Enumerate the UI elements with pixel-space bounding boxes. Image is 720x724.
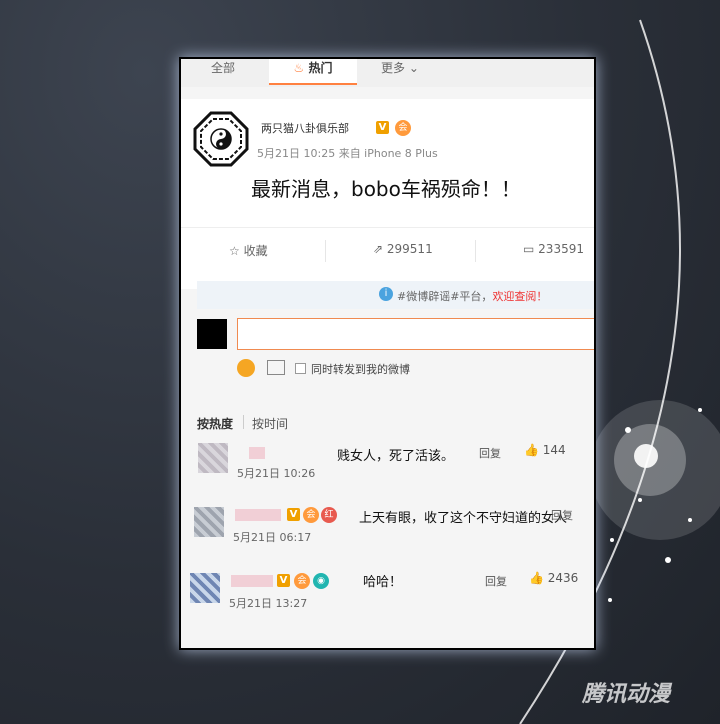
avatar[interactable] (193, 111, 249, 167)
chevron-down-icon: ⌄ (408, 61, 419, 75)
verified-badge: V (277, 574, 290, 587)
sort-by-time[interactable]: 按时间 (252, 415, 288, 432)
post-card: 两只猫八卦俱乐部 V 会 5月21日 10:25 来自 iPhone 8 Plu… (181, 99, 594, 289)
thumbs-up-icon: 👍 (529, 571, 544, 585)
avatar[interactable] (194, 507, 224, 537)
like-button[interactable]: 👍 144 (524, 443, 566, 457)
notice-prefix: #微博辟谣#平台， (397, 290, 493, 303)
post-actions: ☆ 收藏 ⇗ 299511 ▭ 233591 (181, 227, 594, 279)
thumbs-up-icon: 👍 (524, 443, 539, 457)
sort-by-hot[interactable]: 按热度 (197, 415, 233, 432)
comment-input[interactable] (237, 318, 594, 350)
like-count: 2436 (547, 571, 579, 585)
comment-button[interactable]: ▭ 233591 (523, 242, 584, 256)
tab-hot-label: 热门 (308, 61, 333, 75)
comment-icon: ▭ (523, 242, 535, 256)
tab-more-label: 更多 (381, 61, 406, 75)
blurred-username[interactable] (235, 509, 281, 521)
info-icon: i (379, 287, 393, 301)
like-button[interactable]: 👍 2436 (529, 571, 578, 585)
repost-button[interactable]: ⇗ 299511 (373, 242, 433, 256)
avatar[interactable] (198, 443, 228, 473)
favorite-label: 收藏 (243, 244, 268, 258)
member-badge: 会 (294, 573, 310, 589)
camera-icon: ◉ (313, 573, 329, 589)
comment-text: 哈哈！ (363, 575, 403, 590)
divider (243, 415, 244, 429)
my-avatar (197, 319, 227, 349)
star-icon: ☆ (229, 244, 240, 258)
repost-icon: ⇗ (373, 242, 384, 256)
tab-bar: 全部 ♨ 热门 更多 ⌄ (181, 59, 594, 87)
post-meta: 5月21日 10:25 来自 iPhone 8 Plus (257, 147, 438, 160)
verified-badge: V (287, 508, 300, 521)
red-badge: 红 (321, 507, 337, 523)
comment-count: 233591 (538, 242, 584, 256)
fire-icon: ♨ (293, 61, 305, 75)
notice-link[interactable]: 欢迎查阅！ (492, 290, 547, 303)
repost-checkbox-label: 同时转发到我的微博 (311, 363, 410, 376)
comment-text: 上天有眼，收了这个不守妇道的女人 (359, 511, 568, 526)
comment-time: 5月21日 10:26 (237, 467, 316, 480)
emoji-icon[interactable] (237, 359, 255, 377)
favorite-button[interactable]: ☆ 收藏 (229, 242, 268, 259)
tab-all[interactable]: 全部 (211, 59, 235, 76)
tab-hot[interactable]: ♨ 热门 (269, 59, 357, 85)
rumor-notice[interactable]: i #微博辟谣#平台，欢迎查阅！ (197, 281, 594, 309)
post-content: 最新消息，bobo车祸殒命！！ (251, 177, 521, 201)
divider (325, 240, 326, 262)
repost-count: 299511 (386, 242, 433, 256)
blurred-username[interactable] (231, 575, 273, 587)
member-badge: 会 (395, 120, 411, 136)
like-count: 144 (542, 443, 566, 457)
reply-button[interactable]: 回复 (479, 445, 501, 461)
blurred-username[interactable] (249, 447, 265, 459)
watermark: 腾讯动漫 (582, 682, 671, 707)
comment-time: 5月21日 06:17 (233, 531, 312, 544)
username[interactable]: 两只猫八卦俱乐部 (261, 120, 349, 136)
divider (475, 240, 476, 262)
verified-badge: V (376, 121, 389, 134)
notice-text: #微博辟谣#平台，欢迎查阅！ (397, 288, 547, 304)
image-icon[interactable] (267, 360, 285, 375)
repost-checkbox[interactable] (295, 363, 306, 374)
comment-text: 贱女人，死了活该。 (337, 449, 455, 464)
reply-button[interactable]: 回复 (485, 573, 507, 589)
reply-button[interactable]: 回复 (551, 507, 573, 523)
avatar[interactable] (190, 573, 220, 603)
comment-time: 5月21日 13:27 (229, 597, 308, 610)
member-badge: 会 (303, 507, 319, 523)
tab-more[interactable]: 更多 ⌄ (381, 59, 419, 76)
weibo-screenshot: 全部 ♨ 热门 更多 ⌄ 两只猫八卦俱乐部 V 会 5月21日 10:25 来自… (179, 57, 596, 650)
